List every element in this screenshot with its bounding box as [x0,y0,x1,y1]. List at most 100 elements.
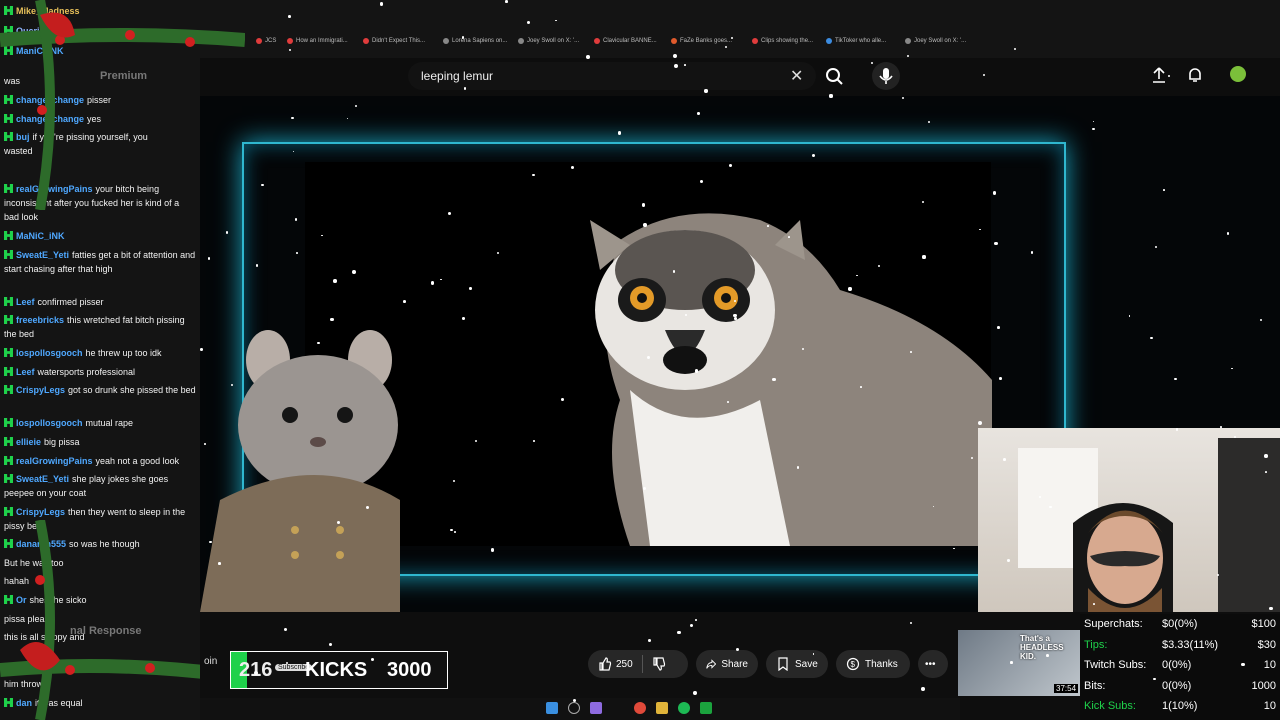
stat-goal: 10 [1263,659,1276,671]
thanks-button[interactable]: $ Thanks [836,650,910,678]
kick-badge-icon [4,315,13,324]
snowflake [1269,606,1273,610]
stat-label: Kick Subs: [1084,700,1136,712]
upload-icon[interactable] [1150,66,1168,89]
tab-label: Clavicular BANNE... [603,38,657,44]
chat-message: SweatE_Yeti she play jokes she goes peepe… [4,472,196,500]
tab-favicon-icon [905,38,911,44]
more-actions-button[interactable]: ••• [918,650,948,678]
browser-tab[interactable]: Lorena Sapiens on... [443,38,507,44]
next-video-thumbnail[interactable]: That's a HEADLESS KID. 37:54 [958,630,1080,696]
chat-message: ellieie big pissa [4,435,196,449]
chat-username[interactable]: Leef [16,297,35,307]
kick-badge-icon [4,348,13,357]
browser-tab[interactable]: Clavicular BANNE... [594,38,657,44]
share-icon [706,659,717,669]
taskbar-search-icon[interactable] [568,702,580,714]
kicks-goal-bar: 216 Subscribe KICKS 3000 [230,651,448,689]
tab-favicon-icon [256,38,262,44]
snowflake [1220,425,1222,428]
chat-username[interactable]: SweatE_Yeti [16,250,69,260]
like-button[interactable]: 250 [598,657,633,671]
chat-message: freeebricks this wretched fat bitch pissi… [4,313,196,341]
tab-favicon-icon [518,38,524,44]
join-label[interactable]: oin [204,656,217,667]
xbox-icon[interactable] [700,702,712,714]
chat-username[interactable]: SweatE_Yeti [16,474,69,484]
chat-username[interactable]: realGrowingPains [16,456,93,466]
snowflake [1092,127,1095,130]
snowflake [618,131,622,135]
chat-text: confirmed pisser [37,297,104,307]
tab-label: Clips showing the... [761,38,814,44]
stat-value: 1(10%) [1162,700,1198,712]
avatar[interactable] [1230,66,1246,82]
chrome-icon[interactable] [634,702,646,714]
share-button[interactable]: Share [696,650,758,678]
chat-username[interactable]: lospollosgooch [16,418,83,428]
browser-tab[interactable]: JCS [256,38,276,44]
snowflake [1049,506,1052,509]
chat-text: big pissa [44,437,80,447]
file-explorer-icon[interactable] [656,702,668,714]
snowflake [255,263,259,267]
snowflake [672,269,676,273]
snowflake [643,223,648,227]
snowflake [1174,377,1177,381]
snowflake [922,200,925,203]
stat-label: Twitch Subs: [1084,659,1147,671]
browser-tab[interactable]: FaZe Banks goes... [671,38,732,44]
chat-username[interactable]: MaNiC_iNK [16,231,65,241]
browser-tab[interactable]: Joey Swoll on X: '... [518,38,579,44]
snowflake [296,252,298,254]
taskbar-app-icon[interactable] [590,702,602,714]
stat-goal: $100 [1251,618,1276,630]
notifications-bell-icon[interactable] [1186,66,1204,89]
snowflake [287,15,291,18]
chat-username[interactable]: freeebricks [16,315,64,325]
snowflake [209,540,212,544]
kicks-label: KICKS [305,659,368,681]
chat-message: lospollosgooch he threw up too idk [4,346,196,360]
microphone-icon[interactable] [872,62,900,90]
browser-tab[interactable]: Didn't Expect This... [363,38,425,44]
chat-username[interactable]: lospollosgooch [16,348,83,358]
like-count: 250 [616,658,633,670]
chat-username[interactable]: CrispyLegs [16,385,65,395]
snowflake [532,173,535,177]
chat-username[interactable]: ellieie [16,437,41,447]
snowflake [586,55,591,59]
snowflake [641,203,646,207]
browser-tab[interactable]: Clips showing the... [752,38,813,44]
kick-badge-icon [4,507,13,516]
search-icon[interactable] [822,64,848,88]
snowflake [1167,74,1171,78]
chat-username[interactable]: CrispyLegs [16,507,65,517]
browser-tab[interactable]: How an Immigrati... [287,38,348,44]
browser-tab[interactable]: Joey Swoll on X: '... [905,38,966,44]
chat-username[interactable]: Leef [16,367,35,377]
snowflake [462,316,466,320]
lemur-image [590,213,992,546]
chat-message: Leef watersports professional [4,365,196,379]
thumbs-down-icon[interactable] [652,657,666,671]
clear-search-icon[interactable]: ✕ [790,66,803,86]
stat-row: Bits: 0(0%) 1000 [1084,680,1276,698]
thumbs-up-icon [599,657,612,671]
stat-value: $3.33(11%) [1162,638,1219,651]
stat-goal: $30 [1257,638,1276,651]
windows-start-icon[interactable] [546,702,558,714]
kick-badge-icon [4,367,13,376]
save-button[interactable]: Save [766,650,828,678]
stat-label: Tips: [1084,638,1108,651]
like-dislike-group: 250 [588,650,688,678]
spotify-icon[interactable] [678,702,690,714]
kick-badge-icon [4,231,13,240]
chat-message: realGrowingPains yeah not a good look [4,454,196,468]
snowflake [1163,189,1166,191]
svg-text:$: $ [851,660,856,669]
snowflake [203,443,206,445]
snowflake [727,400,729,403]
browser-tab[interactable]: TikToker who alle... [826,38,886,44]
chat-text: watersports professional [37,367,136,377]
